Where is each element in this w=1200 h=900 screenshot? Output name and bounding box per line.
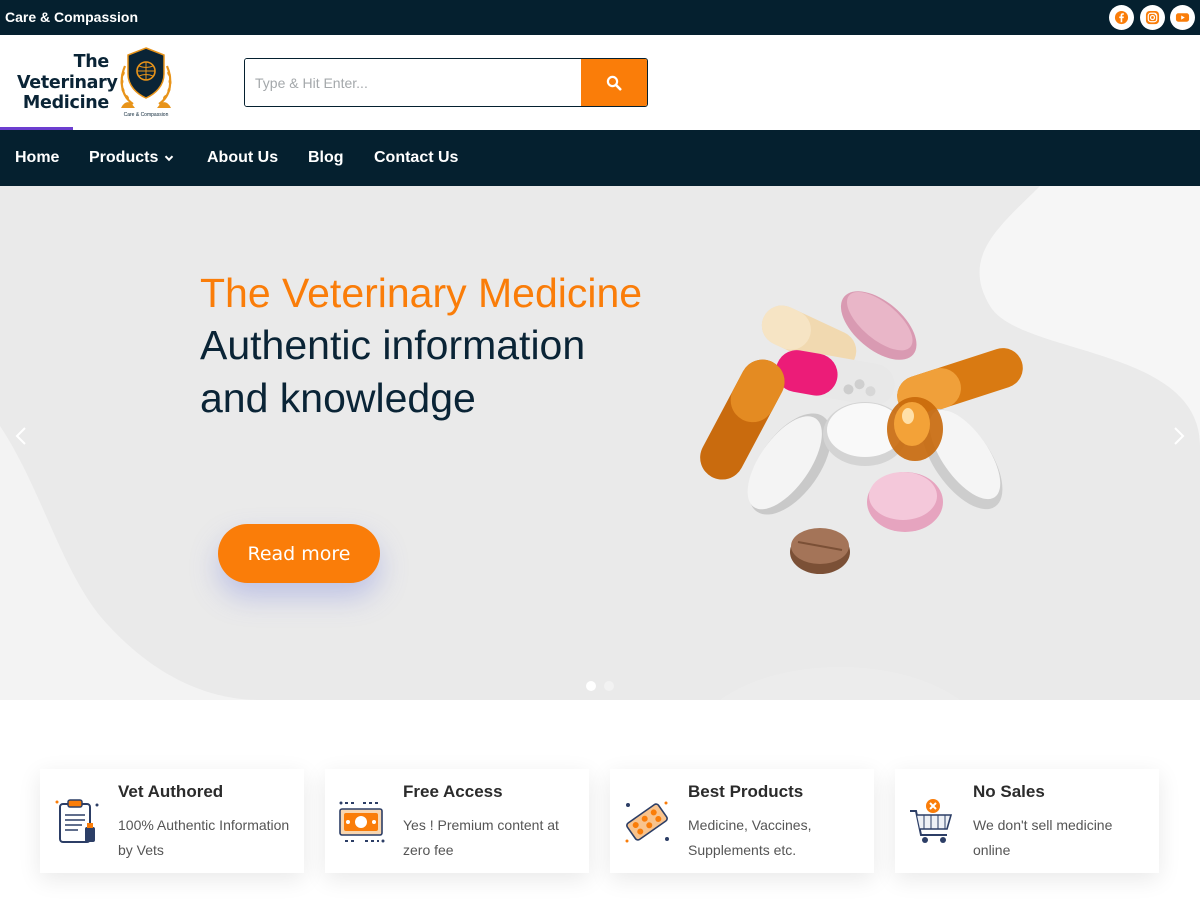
nav-item-products[interactable]: Products <box>89 149 174 167</box>
nav-item-blog[interactable]: Blog <box>308 149 344 167</box>
logo-emblem-icon[interactable]: Care & Compassion <box>117 46 175 118</box>
feature-card-free-access: Free Access Yes ! Premium content at zer… <box>325 769 589 873</box>
hero-subtitle-line-2: and knowledge <box>200 375 476 421</box>
facebook-link[interactable] <box>1109 5 1134 30</box>
read-more-button[interactable]: Read more <box>218 524 380 583</box>
pill-strip-icon <box>625 801 669 843</box>
instagram-icon <box>1145 10 1160 25</box>
feature-card-no-sales: No Sales We don't sell medicine online <box>895 769 1159 873</box>
search-icon <box>606 75 622 90</box>
clipboard-icon <box>55 799 99 843</box>
feature-description: 100% Authentic Information by Vets <box>118 817 290 858</box>
top-bar: Care & Compassion <box>0 0 1200 35</box>
facebook-icon <box>1114 10 1129 25</box>
nav-item-about-us[interactable]: About Us <box>207 149 278 167</box>
logo-emblem-text: Care & Compassion <box>124 112 169 118</box>
feature-card-vet-authored: Vet Authored 100% Authentic Information … <box>40 769 304 873</box>
logo-line-2: Veterinary <box>17 72 118 93</box>
hero-slider: The Veterinary Medicine Authentic inform… <box>0 186 1200 700</box>
slider-dot-1[interactable] <box>586 681 596 691</box>
logo-line-1: The <box>73 52 110 72</box>
slider-dot-2[interactable] <box>604 681 614 691</box>
tagline: Care & Compassion <box>5 9 139 25</box>
nav-item-contact-us[interactable]: Contact Us <box>374 149 458 167</box>
site-header: The Veterinary Medicine Care & Compassio… <box>0 35 1200 130</box>
nav-item-label: Blog <box>308 149 344 166</box>
nav-item-home[interactable]: Home <box>15 149 59 167</box>
feature-description: We don't sell medicine online <box>973 817 1113 858</box>
feature-title: Free Access <box>403 782 503 801</box>
chevron-down-icon <box>165 155 174 162</box>
feature-description: Yes ! Premium content at zero fee <box>403 817 559 858</box>
slider-next-arrow-icon[interactable] <box>1172 426 1186 446</box>
feature-card-best-products: Best Products Medicine, Vaccines, Supple… <box>610 769 874 873</box>
search-input[interactable] <box>245 59 581 106</box>
feature-title: Vet Authored <box>118 782 224 801</box>
money-icon <box>339 801 385 843</box>
slider-prev-arrow-icon[interactable] <box>14 426 28 446</box>
feature-description: Medicine, Vaccines, Supplements etc. <box>688 817 812 858</box>
site-logo-text[interactable]: The Veterinary Medicine <box>17 52 118 114</box>
instagram-link[interactable] <box>1140 5 1165 30</box>
youtube-link[interactable] <box>1170 5 1195 30</box>
logo-line-3: Medicine <box>22 93 109 113</box>
cart-cancel-icon <box>910 799 953 843</box>
search-form <box>244 58 648 107</box>
nav-item-label: Home <box>15 149 60 166</box>
feature-title: No Sales <box>973 782 1045 801</box>
hero-title: The Veterinary Medicine <box>200 270 643 316</box>
pills-image <box>700 291 1023 574</box>
nav-item-label: About Us <box>207 149 279 166</box>
feature-title: Best Products <box>688 782 804 801</box>
youtube-icon <box>1175 13 1190 22</box>
search-button[interactable] <box>581 59 647 106</box>
nav-item-label: Contact Us <box>374 149 459 166</box>
nav-item-label: Products <box>89 149 159 166</box>
main-nav: Home Products About Us Blog Contact Us <box>0 130 1200 186</box>
hero-subtitle-line-1: Authentic information <box>200 322 586 368</box>
